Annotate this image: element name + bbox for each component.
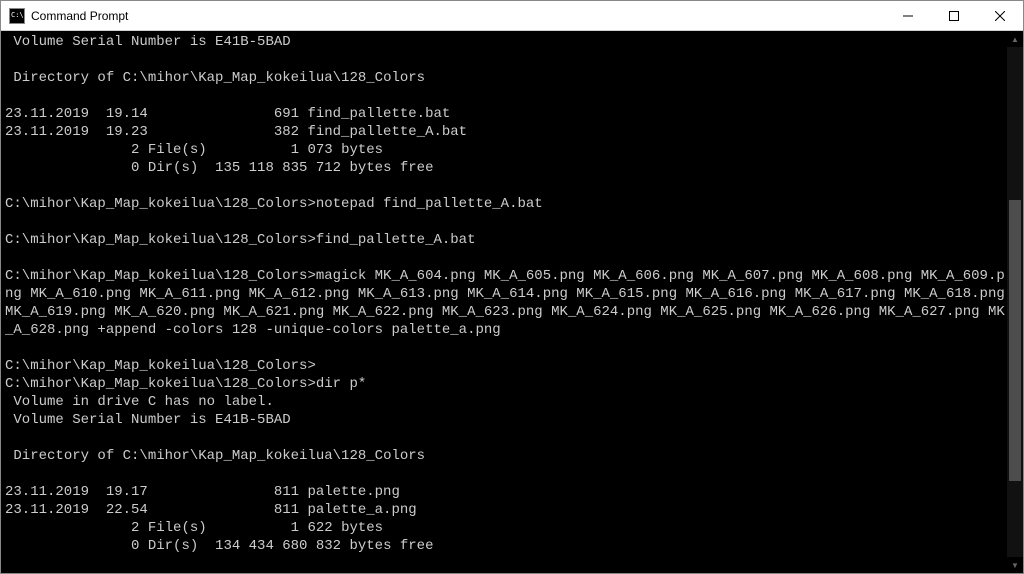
terminal-output[interactable]: Volume Serial Number is E41B-5BAD Direct… bbox=[1, 31, 1007, 573]
scrollbar[interactable]: ▲ ▼ bbox=[1007, 31, 1023, 573]
command-prompt-window: Command Prompt Volume Serial Number is E… bbox=[0, 0, 1024, 574]
maximize-icon bbox=[949, 11, 959, 21]
window-controls bbox=[885, 1, 1023, 30]
maximize-button[interactable] bbox=[931, 1, 977, 30]
titlebar[interactable]: Command Prompt bbox=[1, 1, 1023, 31]
close-icon bbox=[995, 11, 1005, 21]
scroll-track[interactable] bbox=[1007, 47, 1023, 557]
terminal-area: Volume Serial Number is E41B-5BAD Direct… bbox=[1, 31, 1023, 573]
scroll-up-button[interactable]: ▲ bbox=[1007, 31, 1023, 47]
scroll-thumb[interactable] bbox=[1009, 200, 1021, 481]
close-button[interactable] bbox=[977, 1, 1023, 30]
minimize-button[interactable] bbox=[885, 1, 931, 30]
window-title: Command Prompt bbox=[31, 9, 885, 23]
scroll-down-button[interactable]: ▼ bbox=[1007, 557, 1023, 573]
cmd-icon bbox=[9, 8, 25, 24]
minimize-icon bbox=[903, 11, 913, 21]
